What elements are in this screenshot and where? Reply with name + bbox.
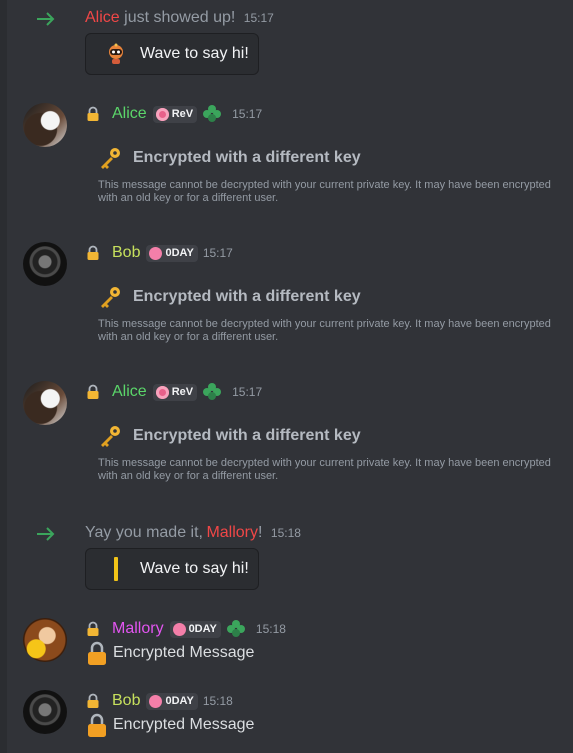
message-time: 15:18 — [255, 622, 286, 636]
skull-badge-icon — [149, 246, 163, 260]
encrypted-description: This message cannot be decrypted with yo… — [98, 179, 551, 204]
join-time: 15:18 — [270, 526, 301, 540]
encrypted-message-text: Encrypted Message — [113, 716, 255, 733]
lock-icon — [88, 713, 106, 737]
encrypted-title: Encrypted with a different key — [98, 424, 361, 448]
encrypted-description: This message cannot be decrypted with yo… — [98, 318, 551, 343]
join-username[interactable]: Mallory — [206, 524, 258, 541]
wave-button[interactable]: Wave to say hi! — [85, 33, 259, 75]
key-icon — [101, 426, 120, 447]
encrypted-title-text: Encrypted with a different key — [133, 427, 361, 444]
join-message: Yay you made it, Mallory! 15:18 — [85, 523, 301, 543]
message-time: 15:17 — [232, 107, 263, 121]
join-arrow-icon — [36, 12, 56, 26]
message-header: Alice ReV 15:17 — [85, 103, 262, 125]
encrypted-title-text: Encrypted with a different key — [133, 149, 361, 166]
message-header: Bob 0DAY 15:17 — [85, 242, 233, 264]
badge-label: ReV — [171, 386, 194, 398]
avatar[interactable] — [23, 242, 67, 286]
clover-icon — [203, 383, 222, 400]
lock-icon — [87, 384, 99, 399]
encrypted-message: Encrypted Message — [86, 713, 254, 737]
clover-icon — [203, 105, 222, 122]
join-username[interactable]: Alice — [85, 9, 120, 26]
join-suffix: ! — [258, 524, 263, 541]
join-prefix: Yay you made it, — [85, 524, 203, 541]
avatar[interactable] — [23, 690, 67, 734]
role-badge[interactable]: 0DAY — [146, 692, 198, 710]
avatar[interactable] — [23, 381, 67, 425]
role-badge[interactable]: ReV — [152, 383, 198, 401]
lock-icon — [87, 621, 99, 636]
username[interactable]: Alice — [112, 105, 147, 123]
message-time: 15:18 — [202, 694, 233, 708]
badge-label: 0DAY — [165, 695, 194, 707]
encrypted-description: This message cannot be decrypted with yo… — [98, 457, 551, 482]
wave-button[interactable]: Wave to say hi! — [85, 548, 259, 590]
badge-label: ReV — [171, 108, 194, 120]
message-time: 15:17 — [202, 246, 233, 260]
skull-badge-icon — [172, 622, 186, 636]
wave-label: Wave to say hi! — [140, 560, 249, 577]
key-icon — [101, 148, 120, 169]
encrypted-title-text: Encrypted with a different key — [133, 288, 361, 305]
lock-icon — [87, 106, 99, 121]
encrypted-title: Encrypted with a different key — [98, 146, 361, 170]
key-icon — [101, 287, 120, 308]
avatar[interactable] — [23, 103, 67, 147]
username[interactable]: Bob — [112, 244, 140, 262]
message-header: Alice ReV 15:17 — [85, 381, 262, 403]
wave-sticker-icon — [104, 557, 128, 581]
role-badge[interactable]: 0DAY — [146, 244, 198, 262]
username[interactable]: Mallory — [112, 620, 164, 638]
join-text: just showed up! — [124, 9, 236, 26]
join-message: Alice just showed up! 15:17 — [85, 8, 274, 28]
username[interactable]: Alice — [112, 383, 147, 401]
username[interactable]: Bob — [112, 692, 140, 710]
message-header: Mallory 0DAY 15:18 — [85, 618, 286, 640]
chat-frame: Alice just showed up! 15:17 Wave to say … — [0, 0, 573, 753]
lock-icon — [88, 641, 106, 665]
join-time: 15:17 — [243, 11, 274, 25]
wave-label: Wave to say hi! — [140, 45, 249, 62]
encrypted-message-text: Encrypted Message — [113, 644, 255, 661]
role-badge[interactable]: ReV — [152, 105, 198, 123]
rev-badge-icon — [155, 385, 169, 399]
lock-icon — [87, 245, 99, 260]
encrypted-message: Encrypted Message — [86, 641, 254, 665]
message-time: 15:17 — [232, 385, 263, 399]
wave-robot-icon — [104, 42, 128, 66]
lock-icon — [87, 693, 99, 708]
skull-badge-icon — [149, 694, 163, 708]
badge-label: 0DAY — [188, 623, 217, 635]
encrypted-title: Encrypted with a different key — [98, 285, 361, 309]
join-arrow-icon — [36, 527, 56, 541]
channel-edge — [0, 0, 7, 753]
rev-badge-icon — [155, 107, 169, 121]
message-header: Bob 0DAY 15:18 — [85, 690, 233, 712]
role-badge[interactable]: 0DAY — [169, 620, 221, 638]
avatar[interactable] — [23, 618, 67, 662]
clover-icon — [226, 620, 245, 637]
badge-label: 0DAY — [165, 247, 194, 259]
